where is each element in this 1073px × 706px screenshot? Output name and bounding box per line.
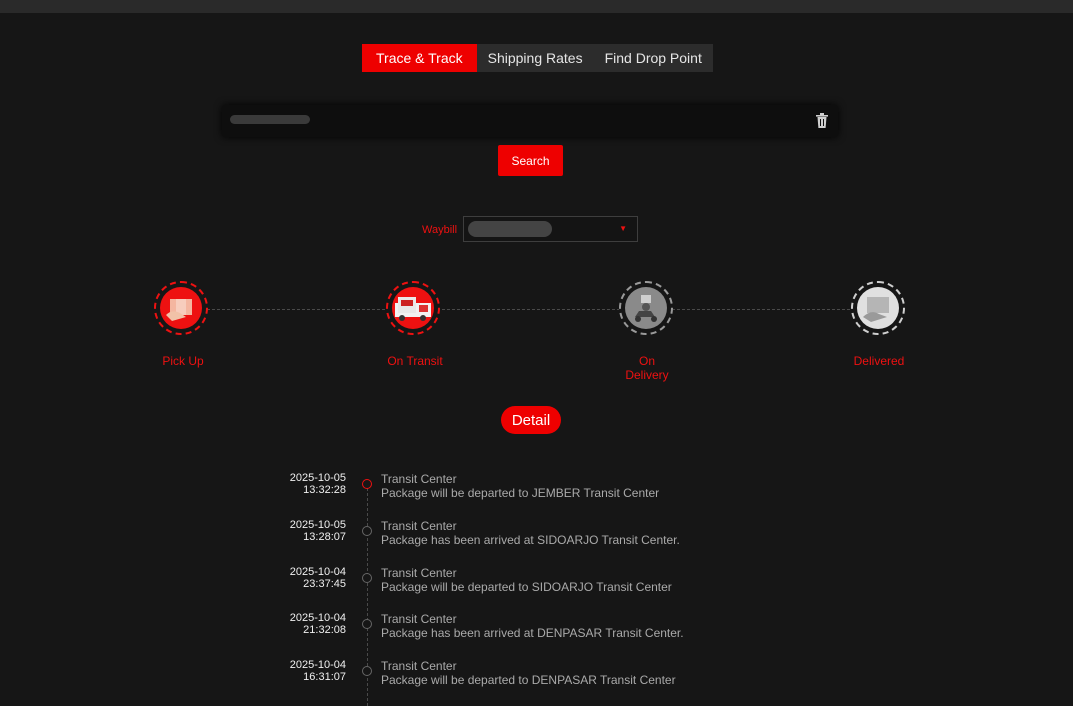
- history-title: Transit Center: [381, 566, 457, 580]
- truck-icon: [392, 287, 434, 329]
- history-dot: [362, 573, 372, 583]
- tab-trace-track[interactable]: Trace & Track: [362, 44, 477, 72]
- tab-find-drop-point[interactable]: Find Drop Point: [594, 44, 713, 72]
- step-on-transit-circle: [386, 281, 440, 335]
- step-delivered-circle: [851, 281, 905, 335]
- history-dot: [362, 666, 372, 676]
- history-datetime: 2025-10-04 21:32:08: [276, 612, 346, 636]
- history-dot: [362, 479, 372, 489]
- history-datetime: 2025-10-05 13:32:28: [276, 472, 346, 496]
- history-datetime: 2025-10-05 13:28:07: [276, 519, 346, 543]
- courier-icon: [625, 287, 667, 329]
- history-time: 21:32:08: [303, 624, 346, 636]
- tab-bar: Trace & Track Shipping Rates Find Drop P…: [362, 44, 713, 72]
- history-date: 2025-10-05: [289, 472, 346, 484]
- step-on-delivery-circle: [619, 281, 673, 335]
- tracking-number-input[interactable]: [230, 109, 794, 135]
- history-date: 2025-10-05: [289, 519, 346, 531]
- history-time: 16:31:07: [303, 671, 346, 683]
- redacted-waybill-number: [468, 221, 552, 237]
- history-date: 2025-10-04: [289, 566, 346, 578]
- step-delivered-label: Delivered: [853, 354, 905, 368]
- chevron-down-icon: ▼: [619, 224, 627, 233]
- tab-shipping-rates[interactable]: Shipping Rates: [477, 44, 594, 72]
- waybill-select[interactable]: ▼: [463, 216, 638, 242]
- history-datetime: 2025-10-04 16:31:07: [276, 659, 346, 683]
- step-pick-up-label: Pick Up: [162, 354, 204, 368]
- history-time: 23:37:45: [303, 578, 346, 590]
- history-description: Package will be departed to DENPASAR Tra…: [381, 673, 676, 687]
- history-time: 13:32:28: [303, 484, 346, 496]
- history-title: Transit Center: [381, 472, 457, 486]
- handover-icon: [857, 287, 899, 329]
- pickup-icon: [160, 287, 202, 329]
- history-title: Transit Center: [381, 612, 457, 626]
- step-pick-up-circle: [154, 281, 208, 335]
- history-description: Package will be departed to JEMBER Trans…: [381, 486, 660, 500]
- history-description: Package has been arrived at DENPASAR Tra…: [381, 626, 684, 640]
- search-button[interactable]: Search: [498, 145, 563, 176]
- step-on-transit-label: On Transit: [387, 354, 443, 368]
- history-description: Package will be departed to SIDOARJO Tra…: [381, 580, 672, 594]
- history-dot: [362, 619, 372, 629]
- detail-button[interactable]: Detail: [501, 406, 561, 434]
- history-description: Package has been arrived at SIDOARJO Tra…: [381, 533, 680, 547]
- history-dot: [362, 526, 372, 536]
- waybill-label: Waybill: [422, 224, 458, 236]
- history-date: 2025-10-04: [289, 659, 346, 671]
- history-date: 2025-10-04: [289, 612, 346, 624]
- top-bar: [0, 0, 1073, 13]
- history-datetime: 2025-10-04 23:37:45: [276, 566, 346, 590]
- progress-track-line: [182, 309, 880, 310]
- history-title: Transit Center: [381, 659, 457, 673]
- trash-icon[interactable]: [816, 113, 828, 128]
- step-on-delivery-label: On Delivery: [625, 354, 669, 382]
- search-box: [222, 105, 838, 137]
- history-title: Transit Center: [381, 519, 457, 533]
- history-time: 13:28:07: [303, 531, 346, 543]
